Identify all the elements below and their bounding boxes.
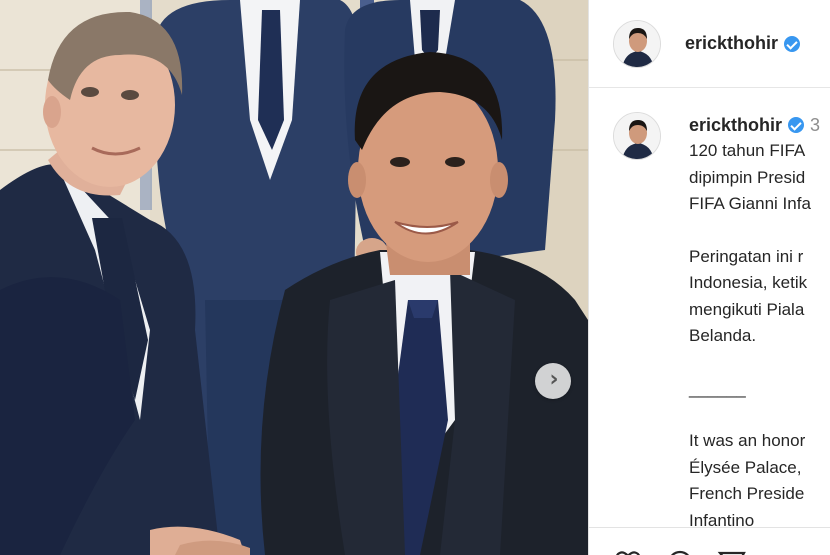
post-photo-image	[0, 0, 588, 555]
post-header: erickthohir	[589, 0, 830, 88]
caption-line: French Preside	[689, 484, 805, 503]
avatar[interactable]	[613, 19, 661, 68]
caption-paragraph-gap	[689, 218, 830, 244]
caption-paragraph-gap	[689, 402, 830, 428]
username-text[interactable]: erickthohir	[685, 33, 778, 54]
caption-paragraph-gap	[689, 350, 830, 376]
caption-header: erickthohir 3	[689, 112, 830, 138]
post-photo[interactable]: ›	[0, 0, 588, 555]
verified-badge-icon	[784, 35, 801, 52]
caption-line: Indonesia, ketik	[689, 273, 808, 292]
verified-badge-icon	[788, 117, 805, 133]
profile-picture-icon	[614, 113, 660, 159]
post-time[interactable]: 3	[810, 115, 820, 136]
caption-username[interactable]: erickthohir	[689, 115, 782, 136]
caption-line: Peringatan ini r	[689, 246, 804, 266]
caption-line: FIFA Gianni Infa	[689, 194, 811, 213]
caption-line: It was an honor	[689, 431, 806, 450]
caption-line: mengikuti Piala	[689, 299, 805, 319]
caption-line: dipimpin Presid	[689, 167, 806, 187]
heart-icon[interactable]	[613, 548, 643, 555]
share-icon[interactable]	[717, 548, 747, 555]
caption: erickthohir 3 120 tahun FIFA dipimpin Pr…	[613, 112, 830, 534]
comment-icon[interactable]	[665, 548, 695, 555]
caption-line: Belanda.	[689, 326, 757, 345]
caption-line: Élysée Palace,	[689, 457, 802, 477]
post-actions-bar	[589, 527, 830, 555]
profile-picture-icon	[614, 20, 660, 67]
caption-separator: ______	[689, 378, 746, 398]
caption-text: erickthohir 3 120 tahun FIFA dipimpin Pr…	[689, 112, 830, 534]
username[interactable]: erickthohir	[685, 33, 801, 54]
caption-avatar[interactable]	[613, 112, 661, 160]
next-photo-button[interactable]: ›	[535, 363, 571, 399]
caption-line: 120 tahun FIFA	[689, 141, 806, 160]
post-sidebar: erickthohir erickthohir 3 120 tahun FIFA…	[588, 0, 830, 555]
chevron-right-icon: ›	[549, 367, 559, 392]
